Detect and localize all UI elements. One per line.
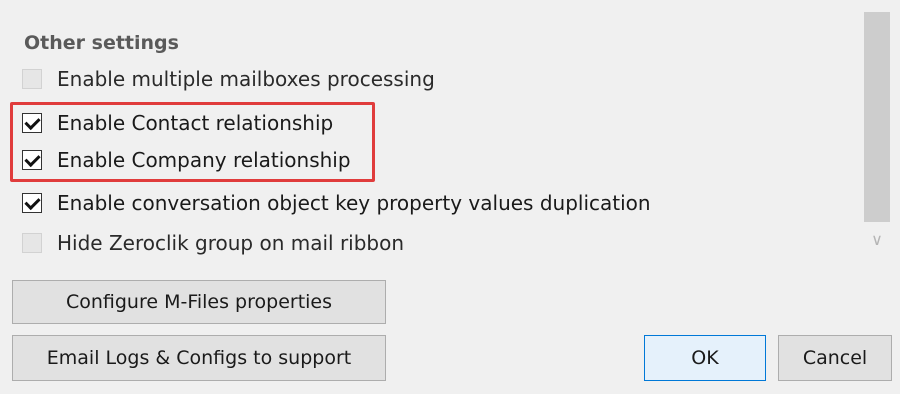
configure-mfiles-properties-button[interactable]: Configure M-Files properties	[12, 280, 386, 324]
cancel-button[interactable]: Cancel	[778, 335, 892, 381]
ok-button[interactable]: OK	[644, 335, 766, 381]
hide-zeroclik-checkbox[interactable]	[22, 233, 42, 253]
hide-zeroclik-label: Hide Zeroclik group on mail ribbon	[57, 231, 405, 255]
option-multiple-mailboxes[interactable]: Enable multiple mailboxes processing	[22, 64, 435, 94]
chevron-down-icon[interactable]: ∨	[866, 230, 888, 250]
option-hide-zeroclik-group[interactable]: Hide Zeroclik group on mail ribbon	[22, 228, 404, 258]
highlight-box	[10, 102, 375, 182]
email-logs-button[interactable]: Email Logs & Configs to support	[12, 335, 386, 381]
conversation-duplication-checkbox[interactable]	[22, 193, 42, 213]
multiple-mailboxes-checkbox[interactable]	[22, 69, 42, 89]
multiple-mailboxes-label: Enable multiple mailboxes processing	[57, 67, 435, 91]
scrollbar-thumb[interactable]	[864, 12, 890, 222]
other-settings-title: Other settings	[24, 32, 179, 54]
conversation-duplication-label: Enable conversation object key property …	[57, 191, 651, 215]
option-conversation-duplication[interactable]: Enable conversation object key property …	[22, 188, 651, 218]
